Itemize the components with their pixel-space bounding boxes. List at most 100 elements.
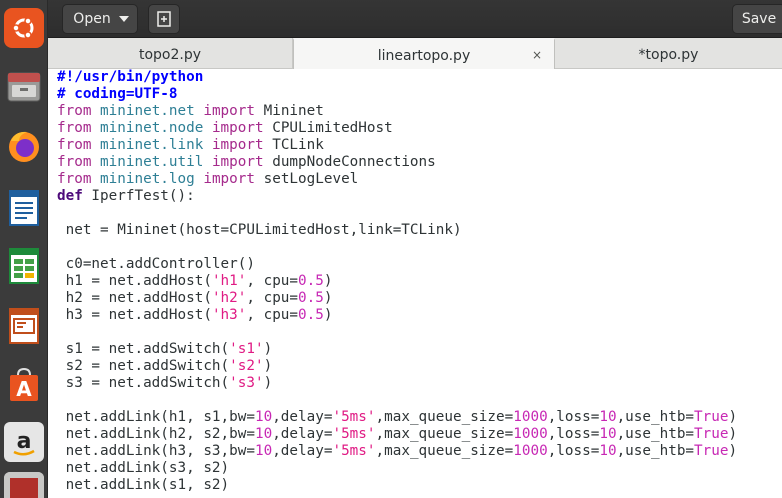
code-token: 's3' <box>229 375 264 391</box>
dock-item-software[interactable]: A <box>0 356 48 412</box>
code-token: ,max_queue_size= <box>375 409 514 425</box>
code-token: 10 <box>599 426 617 442</box>
code-line: ​ <box>57 324 737 341</box>
dock-item-calc[interactable] <box>0 238 48 294</box>
code-editor[interactable]: #!/usr/bin/python # coding=UTF-8 from mini… <box>56 69 782 498</box>
code-token: net.addLink(h2, s2,bw= <box>57 426 255 442</box>
code-token: True <box>694 443 729 459</box>
code-token: mininet.log <box>100 171 195 187</box>
tab-lineartopo[interactable]: lineartopo.py × <box>293 38 555 69</box>
code-token: ) <box>263 341 273 357</box>
code-token: ) <box>728 409 738 425</box>
code-line: #!/usr/bin/python <box>57 69 737 86</box>
dock-item-impress[interactable] <box>0 298 48 354</box>
new-document-icon <box>157 11 171 27</box>
code-token: # coding=UTF-8 <box>57 86 178 102</box>
code-token: from <box>57 171 92 187</box>
code-token: h3 = net.addHost( <box>57 307 212 323</box>
code-token: ,loss= <box>547 443 600 459</box>
code-token: def <box>57 188 83 204</box>
save-button[interactable]: Save <box>732 4 782 34</box>
code-token: setLogLevel <box>255 171 359 187</box>
close-icon[interactable]: × <box>532 49 542 61</box>
code-line: s2 = net.addSwitch('s2') <box>57 358 737 375</box>
code-line: # coding=UTF-8 <box>57 86 737 103</box>
code-token: , cpu= <box>246 273 299 289</box>
impress-icon <box>4 306 44 346</box>
open-button[interactable]: Open <box>62 4 138 34</box>
code-line: net.addLink(s1, s2) <box>57 477 737 494</box>
tab-label: lineartopo.py <box>377 48 471 64</box>
code-token: from <box>57 103 92 119</box>
code-token: ,delay= <box>272 443 333 459</box>
code-token: c0=net.addController() <box>57 256 255 272</box>
dock-item-ubuntu[interactable] <box>0 0 48 56</box>
dock-item-firefox[interactable] <box>0 118 48 174</box>
code-token: net.addLink(h3, s3,bw= <box>57 443 255 459</box>
code-token: ) <box>263 358 273 374</box>
code-line: net.addLink(h2, s2,bw=10,delay='5ms',max… <box>57 426 737 443</box>
new-document-button[interactable] <box>148 4 180 34</box>
code-line: ​ <box>57 239 737 256</box>
code-token: ,delay= <box>272 426 333 442</box>
chevron-down-icon <box>118 16 129 22</box>
code-token: import <box>203 171 255 187</box>
dock-item-writer[interactable] <box>0 180 48 236</box>
amazon-icon: a <box>4 422 44 462</box>
code-line: from mininet.util import dumpNodeConnect… <box>57 154 737 171</box>
code-token: 'h3' <box>211 307 247 323</box>
code-line: s1 = net.addSwitch('s1') <box>57 341 737 358</box>
svg-text:a: a <box>17 429 32 454</box>
app-icon <box>4 472 44 498</box>
code-line: def IperfTest(): <box>57 188 737 205</box>
tab-bar: topo2.py lineartopo.py × *topo.py <box>48 38 782 69</box>
code-token: s1 = net.addSwitch( <box>57 341 230 357</box>
code-token: 0.5 <box>298 307 324 323</box>
code-token: CPULimitedHost <box>263 120 393 136</box>
code-token: TCLink <box>263 137 324 153</box>
code-token: import <box>211 154 264 170</box>
code-line: net.addLink(s3, s2) <box>57 460 737 477</box>
code-token: s3 = net.addSwitch( <box>57 375 230 391</box>
dock-item-amazon[interactable]: a <box>0 414 48 470</box>
dock-item-partial[interactable] <box>0 472 48 498</box>
code-token: from <box>57 120 92 136</box>
code-token: 0.5 <box>298 290 324 306</box>
code-line: net.addLink(h3, s3,bw=10,delay='5ms',max… <box>57 443 737 460</box>
code-token: ,max_queue_size= <box>375 443 514 459</box>
software-center-icon: A <box>4 364 44 404</box>
code-token: mininet.util <box>100 154 204 170</box>
code-token: '5ms' <box>332 443 376 459</box>
tab-label: *topo.py <box>638 47 699 63</box>
code-line: h1 = net.addHost('h1', cpu=0.5) <box>57 273 737 290</box>
code-token: 10 <box>599 409 617 425</box>
code-line: s3 = net.addSwitch('s3') <box>57 375 737 392</box>
code-token: '5ms' <box>332 409 376 425</box>
code-token: True <box>694 426 729 442</box>
code-token: 10 <box>254 426 273 442</box>
tab-label: topo2.py <box>138 47 202 63</box>
code-text: #!/usr/bin/python # coding=UTF-8 from mini… <box>56 69 737 494</box>
code-token: import <box>203 103 255 119</box>
tab-topo[interactable]: *topo.py <box>555 38 782 69</box>
code-token: mininet.net <box>100 103 195 119</box>
file-manager-icon <box>4 66 44 106</box>
code-token: import <box>211 120 264 136</box>
launcher-dock: A a <box>0 0 48 498</box>
dock-item-files[interactable] <box>0 58 48 114</box>
code-line: net.addLink(h1, s1,bw=10,delay='5ms',max… <box>57 409 737 426</box>
tab-topo2[interactable]: topo2.py <box>48 38 293 69</box>
code-line: from mininet.link import TCLink <box>57 137 737 154</box>
code-token: '5ms' <box>332 426 376 442</box>
code-token: 's2' <box>229 358 264 374</box>
code-token: net.addLink(s1, s2) <box>57 477 230 493</box>
code-token: ) <box>728 443 738 459</box>
code-token: h1 = net.addHost( <box>57 273 212 289</box>
ubuntu-logo-icon <box>4 8 44 48</box>
code-token: 's1' <box>229 341 264 357</box>
code-token: net = Mininet(host=CPULimitedHost,link=T… <box>57 222 462 238</box>
